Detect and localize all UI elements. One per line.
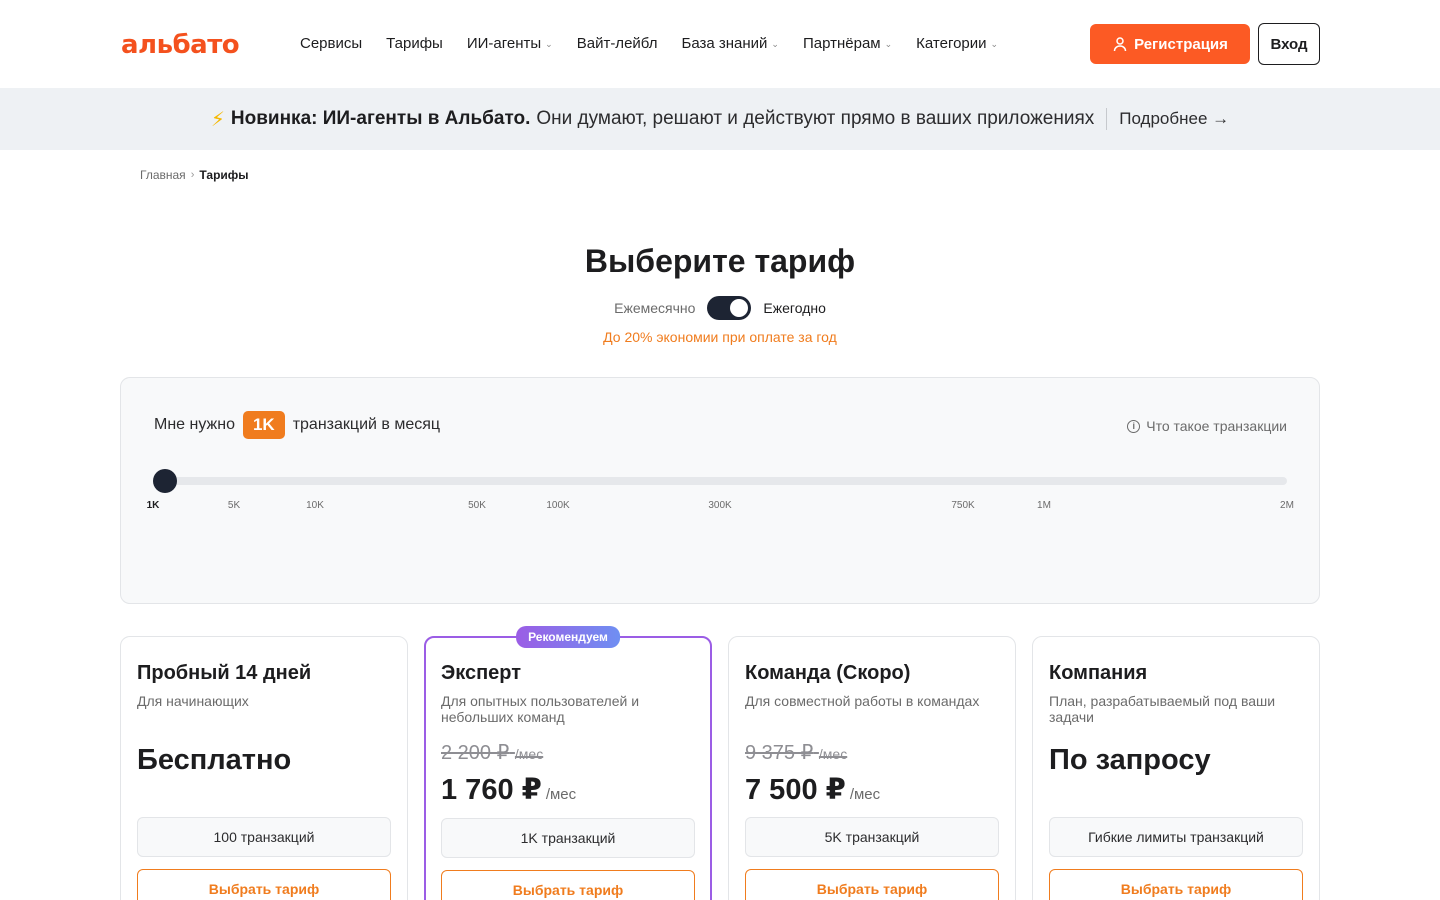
- slider-tick[interactable]: 100K: [546, 500, 569, 511]
- nav-item-knowledge-base[interactable]: База знаний ⌄: [681, 33, 779, 55]
- plan-card-company: Компания План, разрабатываемый под ваши …: [1032, 636, 1320, 900]
- plan-price: 7 500 ₽/мес: [745, 774, 881, 806]
- need-suffix: транзакций в месяц: [292, 416, 441, 433]
- nav-item-services[interactable]: Сервисы: [300, 33, 362, 55]
- plan-card-expert: Рекомендуем Эксперт Для опытных пользова…: [424, 626, 712, 900]
- breadcrumb-current: Тарифы: [199, 168, 249, 182]
- breadcrumb-home[interactable]: Главная: [140, 168, 186, 182]
- info-icon: i: [1127, 419, 1141, 433]
- breadcrumb: Главная › Тарифы: [140, 168, 249, 182]
- plan-limit: 1K транзакций: [441, 818, 695, 858]
- billing-yearly-label[interactable]: Ежегодно: [763, 300, 825, 316]
- plan-old-price: 2 200 ₽ /мес: [441, 742, 544, 764]
- slider-tick[interactable]: 1M: [1037, 500, 1051, 511]
- plan-card-team: Команда (Скоро) Для совместной работы в …: [728, 636, 1016, 900]
- transactions-value-badge: 1K: [242, 411, 285, 439]
- banner-text: Они думают, решают и действуют прямо в в…: [536, 108, 1095, 129]
- nav-item-partners[interactable]: Партнёрам ⌄: [803, 33, 892, 55]
- choose-plan-button[interactable]: Выбрать тариф: [1049, 869, 1303, 900]
- what-are-transactions-link[interactable]: i Что такое транзакции: [1127, 418, 1287, 434]
- plan-limit: 100 транзакций: [137, 817, 391, 857]
- user-icon: [1113, 37, 1127, 52]
- transactions-need: Мне нужно 1K транзакций в месяц: [154, 411, 440, 439]
- plan-name: Пробный 14 дней: [137, 662, 312, 684]
- banner-headline: Новинка: ИИ-агенты в Альбато.: [230, 108, 531, 129]
- plan-desc: Для начинающих: [137, 693, 249, 709]
- chevron-right-icon: ›: [190, 169, 195, 181]
- plan-name: Команда (Скоро): [745, 662, 911, 684]
- nav-item-white-label[interactable]: Вайт-лейбл: [577, 33, 658, 55]
- slider-tick[interactable]: 50K: [468, 500, 486, 511]
- slider-tick[interactable]: 1K: [147, 500, 160, 511]
- logo[interactable]: альбато: [121, 30, 240, 60]
- page-title: Выберите тариф: [584, 243, 856, 279]
- plan-price: Бесплатно: [137, 744, 292, 776]
- slider-ticks: 1K 5K 10K 50K 100K 300K 750K 1M 2M: [121, 500, 1321, 514]
- plan-desc: Для совместной работы в командах: [745, 693, 980, 709]
- plan-name: Эксперт: [441, 662, 522, 684]
- nav-item-ai-agents[interactable]: ИИ-агенты ⌄: [467, 33, 553, 55]
- nav-item-categories[interactable]: Категории ⌄: [916, 33, 998, 55]
- banner-divider: [1106, 108, 1108, 130]
- choose-plan-button[interactable]: Выбрать тариф: [441, 870, 695, 900]
- need-prefix: Мне нужно: [154, 416, 235, 433]
- recommended-badge: Рекомендуем: [516, 626, 620, 648]
- what-are-transactions-label: Что такое транзакции: [1146, 418, 1287, 434]
- plan-card-trial: Пробный 14 дней Для начинающих Бесплатно…: [120, 636, 408, 900]
- banner-more-link[interactable]: Подробнее →: [1119, 109, 1229, 129]
- chevron-down-icon: ⌄: [771, 39, 779, 49]
- plan-price: 1 760 ₽/мес: [441, 774, 577, 806]
- lightning-icon: ⚡: [210, 108, 225, 131]
- transactions-slider-track[interactable]: [165, 477, 1287, 485]
- slider-tick[interactable]: 10K: [306, 500, 324, 511]
- slider-tick[interactable]: 5K: [228, 500, 240, 511]
- billing-toggle[interactable]: [707, 296, 752, 320]
- slider-tick[interactable]: 750K: [951, 500, 974, 511]
- toggle-knob: [730, 299, 749, 317]
- plan-name: Компания: [1049, 662, 1148, 684]
- plan-desc: План, разрабатываемый под ваши задачи: [1049, 693, 1276, 725]
- main-nav: Сервисы Тарифы ИИ-агенты ⌄ Вайт-лейбл Баз…: [300, 33, 1022, 55]
- nav-item-pricing[interactable]: Тарифы: [386, 33, 443, 55]
- register-label: Регистрация: [1134, 35, 1228, 53]
- slider-tick[interactable]: 2M: [1280, 500, 1294, 511]
- choose-plan-button[interactable]: Выбрать тариф: [137, 869, 391, 900]
- transactions-panel: Мне нужно 1K транзакций в месяц i Что та…: [120, 377, 1320, 604]
- plan-limit: 5K транзакций: [745, 817, 999, 857]
- plan-old-price: 9 375 ₽ /мес: [745, 742, 848, 764]
- plan-price: По запросу: [1049, 744, 1211, 776]
- billing-monthly-label[interactable]: Ежемесячно: [614, 300, 695, 316]
- transactions-slider-handle[interactable]: [153, 469, 177, 493]
- register-button[interactable]: Регистрация: [1090, 24, 1250, 64]
- chevron-down-icon: ⌄: [990, 39, 999, 49]
- login-button[interactable]: Вход: [1258, 23, 1320, 65]
- yearly-saving-note: До 20% экономии при оплате за год: [603, 329, 837, 345]
- choose-plan-button[interactable]: Выбрать тариф: [745, 869, 999, 900]
- announcement-banner: ⚡ Новинка: ИИ-агенты в Альбато. Они дума…: [0, 88, 1440, 150]
- chevron-down-icon: ⌄: [545, 39, 553, 49]
- billing-toggle-row: Ежемесячно Ежегодно: [0, 296, 1440, 320]
- chevron-down-icon: ⌄: [884, 39, 893, 49]
- plan-desc: Для опытных пользователей и небольших ко…: [441, 693, 640, 725]
- slider-tick[interactable]: 300K: [708, 500, 731, 511]
- site-header: альбато Сервисы Тарифы ИИ-агенты ⌄ Вайт-л…: [0, 0, 1440, 88]
- plan-limit: Гибкие лимиты транзакций: [1049, 817, 1303, 857]
